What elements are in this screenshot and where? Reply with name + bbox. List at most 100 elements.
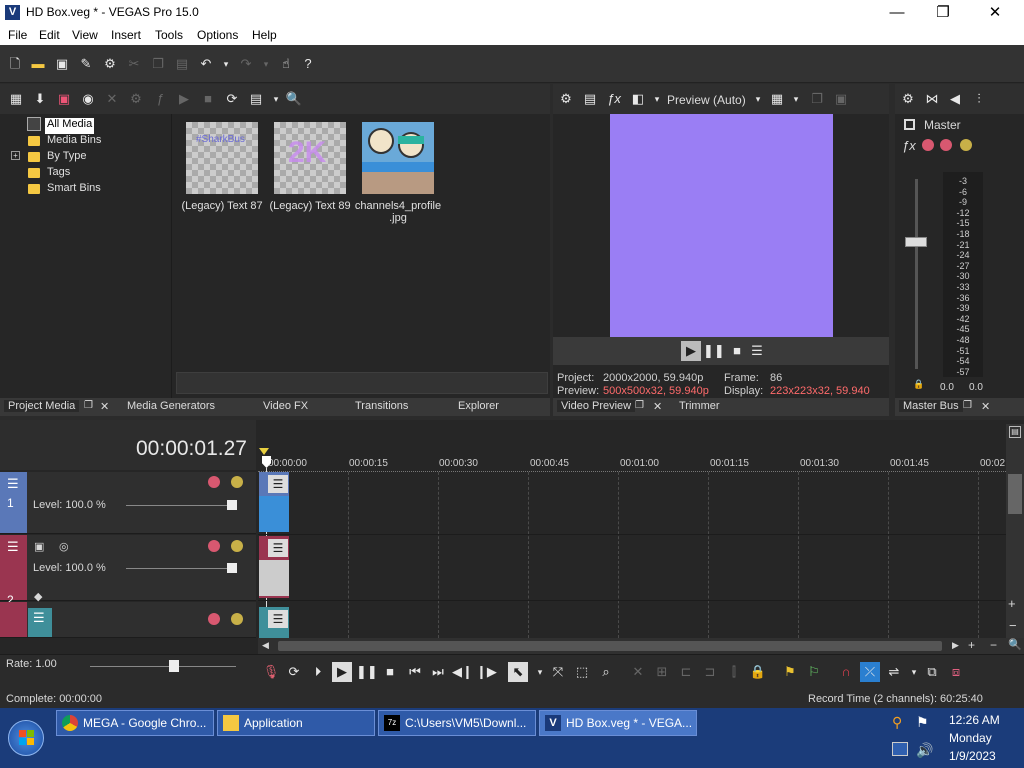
zoom-in-icon[interactable]: + xyxy=(1008,596,1016,611)
menu-view[interactable]: View xyxy=(72,28,98,42)
track-solo-icon[interactable] xyxy=(231,613,243,625)
media-search-icon[interactable]: 🔍 xyxy=(284,89,304,109)
taskbar-item-vegas[interactable]: V HD Box.veg * - VEGA... xyxy=(539,710,697,736)
trim-icon[interactable]: ⊞ xyxy=(652,662,672,682)
track-header-2[interactable]: ☰ 2 ▣ ◎ Level: 100.0 % ◆ xyxy=(0,535,256,607)
clock-time[interactable]: 12:26 AM xyxy=(949,713,1000,727)
zoom-tool-icon[interactable]: 🔍 xyxy=(1008,638,1022,651)
track-mute-icon[interactable] xyxy=(208,613,220,625)
menu-insert[interactable]: Insert xyxy=(111,28,141,42)
preview-quality-select[interactable]: Preview (Auto) xyxy=(667,93,746,107)
split-icon[interactable]: ⫿ xyxy=(724,662,744,682)
event-clip-track2[interactable]: ☰ xyxy=(259,536,289,598)
track-motion-icon[interactable]: ◎ xyxy=(59,540,69,553)
redo-icon[interactable]: ↷ xyxy=(236,54,256,74)
media-scrollbar[interactable] xyxy=(176,372,548,394)
start-button[interactable] xyxy=(8,720,44,756)
paste-icon[interactable]: ▤ xyxy=(172,54,192,74)
media-web-icon[interactable]: ◉ xyxy=(78,89,98,109)
media-import-icon[interactable]: ▦ xyxy=(6,89,26,109)
loop-marker-icon[interactable] xyxy=(259,448,269,455)
timeline-vscroll[interactable]: ▤ + − xyxy=(1006,424,1024,638)
tab-close-icon[interactable]: ✕ xyxy=(653,400,662,413)
event-menu-icon[interactable]: ☰ xyxy=(268,475,288,493)
level-slider-handle[interactable] xyxy=(227,563,237,573)
preview-properties-gear-icon[interactable]: ⚙ xyxy=(556,89,576,109)
timeline-hscroll[interactable]: ◀ ▶ + − 🔍 xyxy=(258,638,1024,654)
close-button[interactable]: ✕ xyxy=(972,0,1018,25)
overlays-dropdown-icon[interactable]: ▾ xyxy=(786,89,806,109)
track-mute-icon[interactable] xyxy=(208,476,220,488)
tab-video-fx[interactable]: Video FX xyxy=(263,400,308,412)
menu-tools[interactable]: Tools xyxy=(155,28,183,42)
edit-tool-dropdown-icon[interactable]: ▾ xyxy=(530,662,550,682)
volume-icon[interactable]: 🔊 xyxy=(916,742,933,759)
undo-icon[interactable]: ↶ xyxy=(196,54,216,74)
scroll-left-icon[interactable]: ◀ xyxy=(262,640,269,651)
track-header-3[interactable]: ☰ xyxy=(0,602,256,638)
track-menu-icon[interactable]: ☰ xyxy=(33,610,45,626)
timeline-menu-icon[interactable]: ▤ xyxy=(1009,426,1021,438)
preview-play-icon[interactable]: ▶ xyxy=(681,341,701,361)
master-gear-icon[interactable]: ⚙ xyxy=(898,89,918,109)
media-auto-preview-icon[interactable]: ⟳ xyxy=(222,89,242,109)
insert-region-icon[interactable]: ⚐ xyxy=(804,662,824,682)
new-file-icon[interactable]: 🗋 xyxy=(5,54,25,74)
record-icon[interactable]: 🎙 xyxy=(261,662,281,682)
preview-fx-icon[interactable]: ƒx xyxy=(604,89,624,109)
master-routing-icon[interactable] xyxy=(922,139,934,151)
downmix-icon[interactable]: ⋈ xyxy=(922,89,942,109)
tab-project-media[interactable]: Project Media xyxy=(4,400,80,412)
zoom-out-icon[interactable]: − xyxy=(1009,618,1017,633)
menu-options[interactable]: Options xyxy=(197,28,238,42)
tab-video-preview[interactable]: Video Preview xyxy=(557,400,636,412)
tab-trimmer[interactable]: Trimmer xyxy=(679,400,720,412)
event-menu-icon[interactable]: ☰ xyxy=(268,610,288,628)
trim-start-icon[interactable]: ⊏ xyxy=(676,662,696,682)
track-compositing-icon[interactable]: ▣ xyxy=(34,540,44,553)
lock-icon[interactable]: 🔒 xyxy=(748,662,768,682)
preview-device-icon[interactable]: ▤ xyxy=(580,89,600,109)
undo-dropdown-icon[interactable]: ▾ xyxy=(216,54,236,74)
track-header-1[interactable]: ☰ 1 Level: 100.0 % xyxy=(0,472,256,534)
hzoom-out-icon[interactable]: − xyxy=(990,638,997,652)
master-lock-icon[interactable]: 🔒 xyxy=(913,379,924,390)
envelope-tool-icon[interactable]: ⤧ xyxy=(548,662,568,682)
previous-frame-icon[interactable]: ◀❙ xyxy=(452,662,473,682)
whats-this-help-icon[interactable]: ☝ xyxy=(276,54,296,74)
media-fx-icon[interactable]: ƒ xyxy=(150,89,170,109)
next-frame-icon[interactable]: ❙▶ xyxy=(476,662,497,682)
network-icon[interactable] xyxy=(892,742,908,756)
vegas-app-icon[interactable]: V xyxy=(5,5,20,20)
media-views-icon[interactable]: ▤ xyxy=(246,89,266,109)
delete-icon[interactable]: ✕ xyxy=(628,662,648,682)
selection-tool-icon[interactable]: ⬚ xyxy=(572,662,592,682)
restore-button[interactable]: ❐ xyxy=(920,0,966,25)
master-mute-icon[interactable] xyxy=(940,139,952,151)
play-from-start-icon[interactable]: ⏵ xyxy=(308,662,328,682)
preview-menu-icon[interactable]: ☰ xyxy=(747,341,767,361)
normal-edit-tool-icon[interactable]: ⬉ xyxy=(508,662,528,682)
media-capture-icon[interactable]: ⬇ xyxy=(30,89,50,109)
level-slider-handle[interactable] xyxy=(227,500,237,510)
track-menu-icon[interactable]: ☰ xyxy=(7,476,19,492)
save-icon[interactable]: ▣ xyxy=(52,54,72,74)
timecode-display[interactable]: 00:00:01.27 xyxy=(136,437,247,461)
tab-master-bus[interactable]: Master Bus xyxy=(899,400,963,412)
master-checkbox-icon[interactable] xyxy=(904,119,915,130)
preview-quality-dropdown-icon[interactable]: ▾ xyxy=(748,89,768,109)
hscroll-thumb[interactable] xyxy=(278,641,942,651)
vscroll-thumb[interactable] xyxy=(1008,474,1022,514)
taskbar-item-7zip[interactable]: 7z C:\Users\VM5\Downl... xyxy=(378,710,536,736)
track-solo-icon[interactable] xyxy=(231,476,243,488)
media-thumb-text87[interactable]: #SharkBus xyxy=(186,122,258,194)
scroll-right-icon[interactable]: ▶ xyxy=(952,640,959,651)
tab-close-icon[interactable]: ✕ xyxy=(100,400,109,413)
media-views-dropdown-icon[interactable]: ▾ xyxy=(266,89,286,109)
open-folder-icon[interactable]: ▬ xyxy=(28,54,48,74)
master-fader-handle[interactable] xyxy=(905,237,927,247)
tab-undock-icon[interactable]: ❐ xyxy=(635,400,644,411)
taskbar-item-application[interactable]: Application xyxy=(217,710,375,736)
media-play-icon[interactable]: ▶ xyxy=(174,89,194,109)
pause-icon[interactable]: ❚❚ xyxy=(356,662,378,682)
